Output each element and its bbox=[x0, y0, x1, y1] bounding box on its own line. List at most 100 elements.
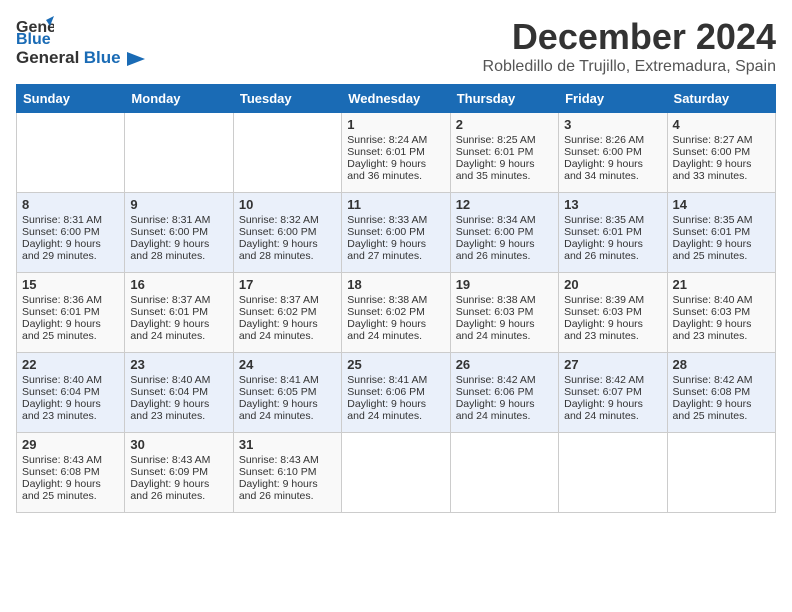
day-info: Sunset: 6:03 PM bbox=[564, 306, 661, 318]
day-info: Sunset: 6:00 PM bbox=[456, 226, 553, 238]
header-row: SundayMondayTuesdayWednesdayThursdayFrid… bbox=[17, 85, 776, 113]
day-info: Sunrise: 8:31 AM bbox=[130, 214, 227, 226]
day-number: 20 bbox=[564, 277, 661, 292]
day-number: 18 bbox=[347, 277, 444, 292]
logo: General Blue General Blue bbox=[16, 16, 145, 68]
day-number: 8 bbox=[22, 197, 119, 212]
calendar-cell: 13Sunrise: 8:35 AMSunset: 6:01 PMDayligh… bbox=[559, 193, 667, 273]
day-number: 30 bbox=[130, 437, 227, 452]
day-info: Daylight: 9 hours and 26 minutes. bbox=[564, 238, 661, 262]
day-number: 15 bbox=[22, 277, 119, 292]
logo-icon: General Blue bbox=[16, 16, 54, 46]
day-info: Sunset: 6:08 PM bbox=[22, 466, 119, 478]
day-number: 17 bbox=[239, 277, 336, 292]
day-info: Sunset: 6:08 PM bbox=[673, 386, 770, 398]
day-info: Daylight: 9 hours and 25 minutes. bbox=[22, 478, 119, 502]
day-number: 23 bbox=[130, 357, 227, 372]
subtitle: Robledillo de Trujillo, Extremadura, Spa… bbox=[483, 58, 776, 76]
calendar-cell: 26Sunrise: 8:42 AMSunset: 6:06 PMDayligh… bbox=[450, 353, 558, 433]
calendar-cell bbox=[17, 113, 125, 193]
week-row-5: 29Sunrise: 8:43 AMSunset: 6:08 PMDayligh… bbox=[17, 433, 776, 513]
day-info: Daylight: 9 hours and 24 minutes. bbox=[347, 398, 444, 422]
day-info: Sunrise: 8:43 AM bbox=[239, 454, 336, 466]
calendar-cell bbox=[450, 433, 558, 513]
day-number: 13 bbox=[564, 197, 661, 212]
calendar-cell: 24Sunrise: 8:41 AMSunset: 6:05 PMDayligh… bbox=[233, 353, 341, 433]
day-info: Sunrise: 8:38 AM bbox=[456, 294, 553, 306]
day-info: Daylight: 9 hours and 33 minutes. bbox=[673, 158, 770, 182]
day-info: Sunset: 6:02 PM bbox=[347, 306, 444, 318]
col-header-tuesday: Tuesday bbox=[233, 85, 341, 113]
calendar-cell: 20Sunrise: 8:39 AMSunset: 6:03 PMDayligh… bbox=[559, 273, 667, 353]
day-number: 3 bbox=[564, 117, 661, 132]
calendar-cell: 28Sunrise: 8:42 AMSunset: 6:08 PMDayligh… bbox=[667, 353, 775, 433]
day-number: 22 bbox=[22, 357, 119, 372]
day-info: Sunrise: 8:35 AM bbox=[673, 214, 770, 226]
day-info: Daylight: 9 hours and 24 minutes. bbox=[130, 318, 227, 342]
day-number: 29 bbox=[22, 437, 119, 452]
day-info: Sunrise: 8:34 AM bbox=[456, 214, 553, 226]
day-info: Sunrise: 8:38 AM bbox=[347, 294, 444, 306]
day-info: Sunset: 6:01 PM bbox=[673, 226, 770, 238]
col-header-friday: Friday bbox=[559, 85, 667, 113]
day-info: Sunrise: 8:40 AM bbox=[673, 294, 770, 306]
calendar-cell: 30Sunrise: 8:43 AMSunset: 6:09 PMDayligh… bbox=[125, 433, 233, 513]
day-info: Daylight: 9 hours and 26 minutes. bbox=[239, 478, 336, 502]
calendar-cell: 21Sunrise: 8:40 AMSunset: 6:03 PMDayligh… bbox=[667, 273, 775, 353]
day-number: 11 bbox=[347, 197, 444, 212]
day-info: Daylight: 9 hours and 35 minutes. bbox=[456, 158, 553, 182]
day-info: Daylight: 9 hours and 27 minutes. bbox=[347, 238, 444, 262]
day-info: Daylight: 9 hours and 23 minutes. bbox=[22, 398, 119, 422]
week-row-2: 8Sunrise: 8:31 AMSunset: 6:00 PMDaylight… bbox=[17, 193, 776, 273]
col-header-saturday: Saturday bbox=[667, 85, 775, 113]
day-info: Sunrise: 8:39 AM bbox=[564, 294, 661, 306]
day-info: Daylight: 9 hours and 24 minutes. bbox=[239, 398, 336, 422]
day-info: Sunrise: 8:40 AM bbox=[130, 374, 227, 386]
week-row-1: 1Sunrise: 8:24 AMSunset: 6:01 PMDaylight… bbox=[17, 113, 776, 193]
day-number: 9 bbox=[130, 197, 227, 212]
day-info: Sunset: 6:01 PM bbox=[130, 306, 227, 318]
day-number: 1 bbox=[347, 117, 444, 132]
day-info: Daylight: 9 hours and 26 minutes. bbox=[456, 238, 553, 262]
day-info: Sunset: 6:00 PM bbox=[239, 226, 336, 238]
logo-chevron-icon bbox=[127, 52, 145, 66]
day-info: Daylight: 9 hours and 23 minutes. bbox=[130, 398, 227, 422]
day-info: Sunset: 6:04 PM bbox=[130, 386, 227, 398]
day-info: Daylight: 9 hours and 36 minutes. bbox=[347, 158, 444, 182]
logo-blue: Blue bbox=[84, 48, 121, 67]
day-number: 26 bbox=[456, 357, 553, 372]
calendar-cell bbox=[125, 113, 233, 193]
day-number: 31 bbox=[239, 437, 336, 452]
day-info: Sunrise: 8:42 AM bbox=[456, 374, 553, 386]
day-info: Sunset: 6:00 PM bbox=[673, 146, 770, 158]
col-header-monday: Monday bbox=[125, 85, 233, 113]
calendar-cell: 19Sunrise: 8:38 AMSunset: 6:03 PMDayligh… bbox=[450, 273, 558, 353]
day-info: Daylight: 9 hours and 24 minutes. bbox=[239, 318, 336, 342]
day-number: 24 bbox=[239, 357, 336, 372]
day-info: Sunset: 6:07 PM bbox=[564, 386, 661, 398]
day-info: Sunset: 6:01 PM bbox=[456, 146, 553, 158]
day-info: Sunrise: 8:35 AM bbox=[564, 214, 661, 226]
calendar-cell: 12Sunrise: 8:34 AMSunset: 6:00 PMDayligh… bbox=[450, 193, 558, 273]
day-info: Sunrise: 8:36 AM bbox=[22, 294, 119, 306]
calendar-cell: 8Sunrise: 8:31 AMSunset: 6:00 PMDaylight… bbox=[17, 193, 125, 273]
day-info: Daylight: 9 hours and 24 minutes. bbox=[456, 398, 553, 422]
day-info: Sunset: 6:03 PM bbox=[673, 306, 770, 318]
calendar-cell: 18Sunrise: 8:38 AMSunset: 6:02 PMDayligh… bbox=[342, 273, 450, 353]
day-info: Sunrise: 8:42 AM bbox=[564, 374, 661, 386]
day-info: Daylight: 9 hours and 24 minutes. bbox=[456, 318, 553, 342]
day-info: Sunset: 6:06 PM bbox=[347, 386, 444, 398]
day-info: Sunset: 6:02 PM bbox=[239, 306, 336, 318]
col-header-sunday: Sunday bbox=[17, 85, 125, 113]
calendar-cell: 10Sunrise: 8:32 AMSunset: 6:00 PMDayligh… bbox=[233, 193, 341, 273]
calendar-cell: 14Sunrise: 8:35 AMSunset: 6:01 PMDayligh… bbox=[667, 193, 775, 273]
calendar-cell: 3Sunrise: 8:26 AMSunset: 6:00 PMDaylight… bbox=[559, 113, 667, 193]
day-info: Sunrise: 8:32 AM bbox=[239, 214, 336, 226]
calendar-cell: 25Sunrise: 8:41 AMSunset: 6:06 PMDayligh… bbox=[342, 353, 450, 433]
calendar-cell: 15Sunrise: 8:36 AMSunset: 6:01 PMDayligh… bbox=[17, 273, 125, 353]
col-header-thursday: Thursday bbox=[450, 85, 558, 113]
calendar-cell: 11Sunrise: 8:33 AMSunset: 6:00 PMDayligh… bbox=[342, 193, 450, 273]
day-number: 19 bbox=[456, 277, 553, 292]
svg-text:Blue: Blue bbox=[16, 31, 51, 46]
day-info: Daylight: 9 hours and 25 minutes. bbox=[22, 318, 119, 342]
